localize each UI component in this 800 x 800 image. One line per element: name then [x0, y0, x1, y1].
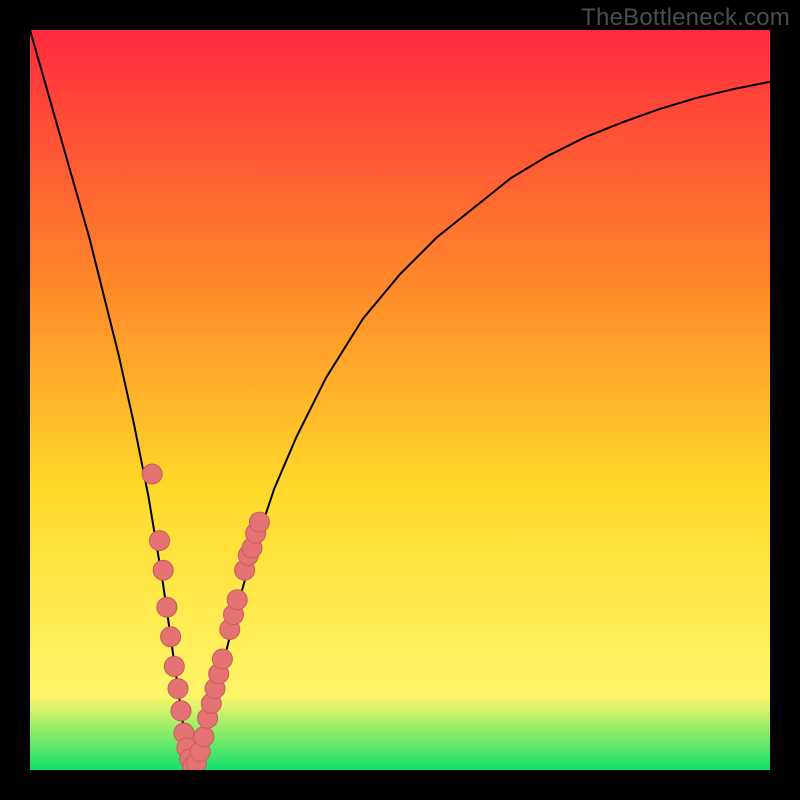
data-marker	[168, 679, 188, 699]
data-marker	[171, 701, 191, 721]
data-marker	[194, 727, 214, 747]
plot-area	[30, 30, 770, 770]
chart-frame: TheBottleneck.com	[0, 0, 800, 800]
data-marker	[142, 464, 162, 484]
data-marker	[161, 627, 181, 647]
gradient-background	[30, 30, 770, 770]
chart-svg	[30, 30, 770, 770]
data-marker	[157, 597, 177, 617]
data-marker	[212, 649, 232, 669]
data-marker	[164, 656, 184, 676]
data-marker	[249, 512, 269, 532]
data-marker	[227, 590, 247, 610]
watermark-text: TheBottleneck.com	[581, 4, 790, 32]
data-marker	[150, 531, 170, 551]
data-marker	[153, 560, 173, 580]
